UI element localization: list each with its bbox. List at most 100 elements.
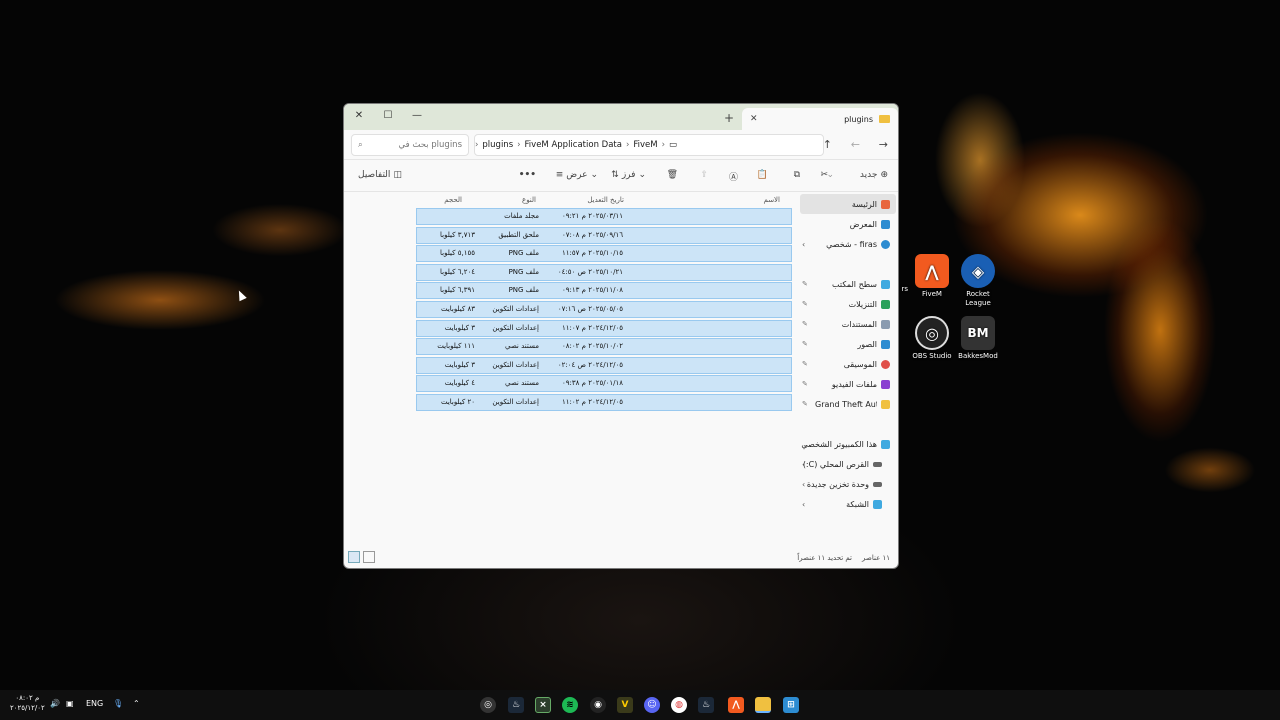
desktop-icon-obs[interactable]: ◎ OBS Studio [909, 316, 955, 361]
maximize-button[interactable]: ☐ [373, 104, 403, 126]
rename-icon[interactable]: Ⓐ [729, 170, 738, 183]
sidebar-item-music[interactable]: الموسيقى ✎ [798, 354, 898, 374]
status-bar: ١١ عناصر تم تحديد ١١ عنصراً [344, 548, 898, 568]
view-button[interactable]: ≡ عرض ⌄ [556, 170, 598, 180]
file-type: إعدادات التكوين [492, 304, 539, 313]
microphone-icon[interactable]: 🎙 [113, 699, 123, 708]
terminal-icon[interactable]: × [535, 697, 551, 713]
chevron-right-icon[interactable]: › [802, 480, 805, 489]
drive-icon [873, 481, 882, 487]
file-row[interactable]: Reshade BP٢٠٢٥/٠٥/٠٥ ص ٠٧:١٦إعدادات التك… [416, 300, 792, 318]
github-icon[interactable]: ◉ [590, 697, 606, 713]
back-icon[interactable]: → [879, 138, 888, 151]
sidebar-item-drive-c[interactable]: القرص المحلي (C:) › [798, 454, 898, 474]
desktop-icon-rocket-league[interactable]: ◈ Rocket League [955, 254, 1001, 308]
details-view-button[interactable] [348, 551, 360, 563]
breadcrumb-item[interactable]: FiveM Application Data [525, 140, 622, 150]
sidebar-item-home[interactable]: الرئيسة [800, 194, 896, 214]
sidebar-item-label: وحدة تخزين جديدة [806, 479, 869, 489]
sidebar-item-new-volume[interactable]: وحدة تخزين جديدة › [798, 474, 898, 494]
sidebar-item-pictures[interactable]: الصور ✎ [798, 334, 898, 354]
paste-icon[interactable]: 📋 [757, 170, 768, 180]
sidebar-item-downloads[interactable]: التنزيلات ✎ [798, 294, 898, 314]
chevron-right-icon[interactable]: › [802, 460, 805, 469]
sort-button[interactable]: ⇅ فرز ⌄ [611, 170, 646, 180]
sidebar-item-videos[interactable]: ملفات الفيديو ✎ [798, 374, 898, 394]
file-row[interactable]: FiveM_GTAProcess 2025-11-08 21-13-21٢٠٢٥… [416, 282, 792, 300]
folder-icon [881, 399, 890, 409]
steam-icon[interactable]: ♨ [698, 697, 714, 713]
sidebar-item-documents[interactable]: المستندات ✎ [798, 314, 898, 334]
file-row[interactable]: ReShade2٢٠٢٥/٠١/١٨ م ٠٩:٣٨مستند نصي٤ كيل… [416, 375, 792, 393]
file-size: ٥,١٥٥ كيلوبا [440, 249, 475, 258]
sidebar-item-this-pc[interactable]: هذا الكمبيوتر الشخصي ⌄ [798, 434, 898, 454]
breadcrumb-item[interactable]: plugins [482, 140, 513, 150]
column-header-name[interactable]: الاسم [764, 196, 780, 204]
language-indicator[interactable]: ENG [86, 699, 103, 708]
sort-label: فرز [621, 170, 636, 180]
sidebar-item-desktop[interactable]: سطح المكتب ✎ [798, 274, 898, 294]
discord-icon[interactable]: ☺ [644, 697, 660, 713]
more-options-button[interactable]: ••• [519, 170, 536, 180]
details-pane-button[interactable]: التفاصيل ◫ [358, 170, 402, 180]
view-icon: ≡ [555, 170, 564, 180]
file-date: ٢٠٢٥/١١/٠٨ م ٠٩:١٣ [562, 286, 623, 295]
column-header-date[interactable]: تاريخ التعديل [587, 196, 624, 204]
close-tab-icon[interactable]: ✕ [750, 114, 758, 124]
desktop-icon-fivem[interactable]: ⋀ FiveM [909, 254, 955, 299]
chevron-up-icon[interactable]: ⌃ [133, 699, 140, 708]
file-row[interactable]: reshade-shaders٢٠٢٥/٠٣/١١ م ٠٩:٢١مجلد مل… [416, 208, 792, 225]
file-row[interactable]: ReShade٢٠٢٥/١٠/٠٢ م ٠٨:٠٢مستند نصي١١١ كي… [416, 338, 792, 356]
tab-plugins[interactable]: ✕ plugins [742, 108, 898, 130]
forward-icon[interactable]: ← [851, 138, 860, 151]
chrome-icon[interactable]: ◍ [671, 697, 687, 713]
volume-icon[interactable]: 🔊 [50, 699, 60, 708]
file-row[interactable]: dxgi.dll٢٠٢٥/٠٩/١٦ م ٠٧:٠٨ملحق التطبيق٣,… [416, 226, 792, 244]
file-row[interactable]: FiveM_GTAProcess 2025-10-21 04-50-40٢٠٢٥… [416, 263, 792, 281]
fivem-icon[interactable]: ⋀ [728, 697, 744, 713]
clock[interactable]: م ٠٨:٠٢ ٢٠٢٥/١٢/٠٢ [10, 693, 45, 713]
sidebar-item-gtav[interactable]: Grand Theft Auto V ✎ [798, 394, 898, 414]
desktop-icon-bakkesmod[interactable]: BM BakkesMod [955, 316, 1001, 361]
column-header-type[interactable]: النوع [522, 196, 536, 204]
column-header-size[interactable]: الحجم [444, 196, 462, 204]
spotify-icon[interactable]: ≋ [562, 697, 578, 713]
sidebar-item-label: المستندات [841, 319, 877, 329]
new-button[interactable]: جديد ⊕ [860, 170, 888, 180]
sidebar-item-onedrive[interactable]: firas - شخصي › [798, 234, 898, 254]
store-icon[interactable]: ⊞ [783, 697, 799, 713]
up-icon[interactable]: ↑ [823, 138, 832, 151]
file-row[interactable]: ReShadePreset٢٠٢٤/١٢/٠٥ م ١١:٠٢إعدادات ا… [416, 393, 792, 411]
new-tab-button[interactable]: + [724, 111, 734, 125]
address-bar[interactable]: ▭ ‹ FiveM ‹ FiveM Application Data ‹ plu… [474, 134, 824, 156]
minimize-button[interactable]: — [402, 104, 432, 126]
close-window-button[interactable]: ✕ [344, 104, 374, 126]
obs-icon[interactable]: ◎ [480, 697, 496, 713]
delete-icon[interactable]: 🗑 [667, 170, 678, 180]
network-icon[interactable]: ▣ [66, 699, 74, 708]
chevron-down-icon[interactable]: ⌄ [802, 440, 809, 449]
sidebar-item-network[interactable]: الشبكة › [798, 494, 898, 514]
search-input[interactable]: ⌕ بحث في plugins [351, 134, 469, 156]
explorer-icon[interactable] [755, 697, 771, 713]
title-bar: ✕ ☐ — + ✕ plugins [344, 104, 898, 130]
clock-time: م ٠٨:٠٢ [15, 694, 40, 702]
chevron-right-icon[interactable]: › [802, 500, 805, 509]
sidebar-item-label: سطح المكتب [832, 279, 877, 289]
file-row[interactable]: ReShade٢٠٢٤/١٢/٠٥ م ١١:٠٧إعدادات التكوين… [416, 319, 792, 337]
chevron-right-icon[interactable]: › [802, 240, 805, 249]
cut-icon[interactable]: ✂ [820, 170, 828, 180]
gallery-icon [881, 219, 890, 229]
file-row[interactable]: FiveM_GTAProcess 2025-10-15 23-57-07٢٠٢٥… [416, 245, 792, 263]
share-icon[interactable]: ⇪ [700, 170, 708, 180]
gta-icon[interactable]: V [617, 697, 633, 713]
sidebar-item-label: هذا الكمبيوتر الشخصي [801, 439, 877, 449]
file-date: ٢٠٢٥/٠٥/٠٥ ص ٠٧:١٦ [557, 304, 623, 313]
file-row[interactable]: ReShade2٢٠٢٤/١٢/٠٥ ص ٠٢:٠٤إعدادات التكوي… [416, 356, 792, 374]
bakkesmod-icon: BM [961, 316, 995, 350]
breadcrumb-item[interactable]: FiveM [633, 140, 657, 150]
steam-icon[interactable]: ♨ [508, 697, 524, 713]
copy-icon[interactable]: ⧉ [794, 170, 800, 180]
tiles-view-button[interactable] [363, 551, 375, 563]
sidebar-item-gallery[interactable]: المعرض [798, 214, 898, 234]
